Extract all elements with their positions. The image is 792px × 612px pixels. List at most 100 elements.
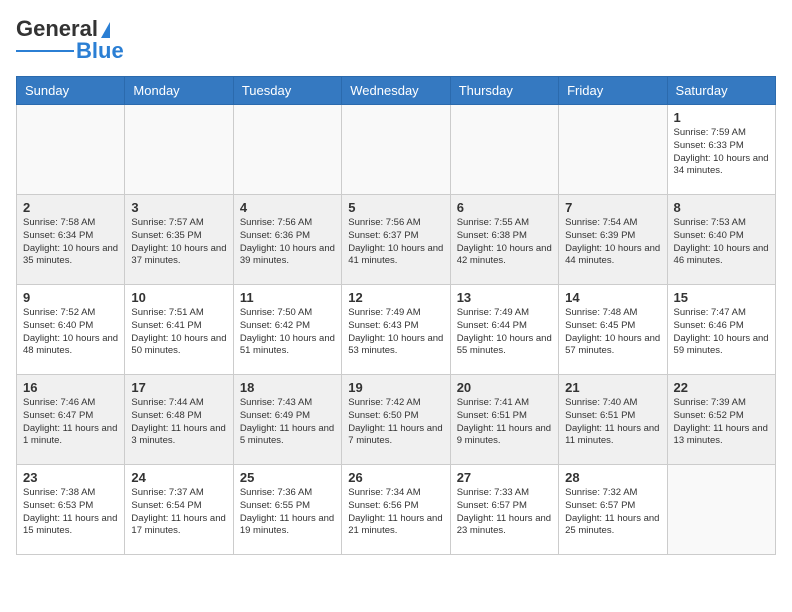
day-number: 9 — [23, 290, 118, 305]
day-info: Sunrise: 7:51 AMSunset: 6:41 PMDaylight:… — [131, 307, 226, 358]
calendar-cell — [342, 105, 450, 195]
calendar-table: SundayMondayTuesdayWednesdayThursdayFrid… — [16, 76, 776, 555]
calendar-cell: 19Sunrise: 7:42 AMSunset: 6:50 PMDayligh… — [342, 375, 450, 465]
calendar-cell: 21 Sunrise: 7:40 AMSunset: 6:51 PMDayligh… — [559, 375, 667, 465]
day-number: 23 — [23, 470, 118, 485]
calendar-cell: 12 Sunrise: 7:49 AMSunset: 6:43 PMDayligh… — [342, 285, 450, 375]
day-info: Sunrise: 7:32 AMSunset: 6:57 PMDaylight:… — [565, 487, 660, 538]
calendar-cell: 5Sunrise: 7:56 AMSunset: 6:37 PMDaylight… — [342, 195, 450, 285]
day-info: Sunrise: 7:46 AMSunset: 6:47 PMDaylight:… — [23, 397, 118, 448]
calendar-cell — [233, 105, 341, 195]
calendar-cell: 8 Sunrise: 7:53 AMSunset: 6:40 PMDaylight… — [667, 195, 775, 285]
day-number: 26 — [348, 470, 443, 485]
day-info: Sunrise: 7:48 AMSunset: 6:45 PMDaylight:… — [565, 307, 660, 358]
calendar-cell: 27 Sunrise: 7:33 AMSunset: 6:57 PMDayligh… — [450, 465, 558, 555]
day-header-friday: Friday — [559, 77, 667, 105]
day-info: Sunrise: 7:57 AMSunset: 6:35 PMDaylight:… — [131, 217, 226, 268]
calendar-cell: 14 Sunrise: 7:48 AMSunset: 6:45 PMDayligh… — [559, 285, 667, 375]
day-info: Sunrise: 7:53 AMSunset: 6:40 PMDaylight:… — [674, 217, 769, 268]
calendar-cell — [667, 465, 775, 555]
calendar-cell: 20 Sunrise: 7:41 AMSunset: 6:51 PMDayligh… — [450, 375, 558, 465]
day-number: 13 — [457, 290, 552, 305]
day-number: 12 — [348, 290, 443, 305]
calendar-cell: 7 Sunrise: 7:54 AMSunset: 6:39 PMDaylight… — [559, 195, 667, 285]
day-header-tuesday: Tuesday — [233, 77, 341, 105]
day-info: Sunrise: 7:58 AMSunset: 6:34 PMDaylight:… — [23, 217, 118, 268]
calendar-cell: 24 Sunrise: 7:37 AMSunset: 6:54 PMDayligh… — [125, 465, 233, 555]
calendar-cell: 9 Sunrise: 7:52 AMSunset: 6:40 PMDaylight… — [17, 285, 125, 375]
calendar-cell: 25 Sunrise: 7:36 AMSunset: 6:55 PMDayligh… — [233, 465, 341, 555]
day-info: Sunrise: 7:41 AMSunset: 6:51 PMDaylight:… — [457, 397, 552, 448]
day-number: 4 — [240, 200, 335, 215]
calendar-header-row: SundayMondayTuesdayWednesdayThursdayFrid… — [17, 77, 776, 105]
day-info: Sunrise: 7:47 AMSunset: 6:46 PMDaylight:… — [674, 307, 769, 358]
calendar-cell — [125, 105, 233, 195]
day-number: 7 — [565, 200, 660, 215]
day-number: 22 — [674, 380, 769, 395]
calendar-cell: 26 Sunrise: 7:34 AMSunset: 6:56 PMDayligh… — [342, 465, 450, 555]
day-number: 3 — [131, 200, 226, 215]
day-number: 1 — [674, 110, 769, 125]
day-info: Sunrise: 7:50 AMSunset: 6:42 PMDaylight:… — [240, 307, 335, 358]
day-number: 28 — [565, 470, 660, 485]
day-header-saturday: Saturday — [667, 77, 775, 105]
calendar-cell: 3 Sunrise: 7:57 AMSunset: 6:35 PMDaylight… — [125, 195, 233, 285]
calendar-cell: 23 Sunrise: 7:38 AMSunset: 6:53 PMDayligh… — [17, 465, 125, 555]
calendar-week-row: 16 Sunrise: 7:46 AMSunset: 6:47 PMDayligh… — [17, 375, 776, 465]
calendar-week-row: 23 Sunrise: 7:38 AMSunset: 6:53 PMDayligh… — [17, 465, 776, 555]
day-info: Sunrise: 7:42 AMSunset: 6:50 PMDaylight:… — [348, 397, 443, 448]
calendar-cell: 18 Sunrise: 7:43 AMSunset: 6:49 PMDayligh… — [233, 375, 341, 465]
day-info: Sunrise: 7:34 AMSunset: 6:56 PMDaylight:… — [348, 487, 443, 538]
day-header-wednesday: Wednesday — [342, 77, 450, 105]
calendar-cell: 15 Sunrise: 7:47 AMSunset: 6:46 PMDayligh… — [667, 285, 775, 375]
day-info: Sunrise: 7:55 AMSunset: 6:38 PMDaylight:… — [457, 217, 552, 268]
calendar-cell: 13 Sunrise: 7:49 AMSunset: 6:44 PMDayligh… — [450, 285, 558, 375]
day-number: 6 — [457, 200, 552, 215]
day-number: 27 — [457, 470, 552, 485]
calendar-cell: 2 Sunrise: 7:58 AMSunset: 6:34 PMDaylight… — [17, 195, 125, 285]
day-number: 20 — [457, 380, 552, 395]
calendar-cell — [450, 105, 558, 195]
day-info: Sunrise: 7:49 AMSunset: 6:43 PMDaylight:… — [348, 307, 443, 358]
day-number: 2 — [23, 200, 118, 215]
calendar-week-row: 2 Sunrise: 7:58 AMSunset: 6:34 PMDaylight… — [17, 195, 776, 285]
day-number: 5 — [348, 200, 443, 215]
calendar-cell: 10 Sunrise: 7:51 AMSunset: 6:41 PMDayligh… — [125, 285, 233, 375]
day-number: 14 — [565, 290, 660, 305]
calendar-cell: 1 Sunrise: 7:59 AMSunset: 6:33 PMDaylight… — [667, 105, 775, 195]
calendar-week-row: 9 Sunrise: 7:52 AMSunset: 6:40 PMDaylight… — [17, 285, 776, 375]
calendar-cell: 17 Sunrise: 7:44 AMSunset: 6:48 PMDayligh… — [125, 375, 233, 465]
day-number: 17 — [131, 380, 226, 395]
day-info: Sunrise: 7:37 AMSunset: 6:54 PMDaylight:… — [131, 487, 226, 538]
day-number: 8 — [674, 200, 769, 215]
day-number: 10 — [131, 290, 226, 305]
calendar-cell: 22 Sunrise: 7:39 AMSunset: 6:52 PMDayligh… — [667, 375, 775, 465]
day-info: Sunrise: 7:43 AMSunset: 6:49 PMDaylight:… — [240, 397, 335, 448]
day-number: 21 — [565, 380, 660, 395]
day-info: Sunrise: 7:54 AMSunset: 6:39 PMDaylight:… — [565, 217, 660, 268]
calendar-cell: 11 Sunrise: 7:50 AMSunset: 6:42 PMDayligh… — [233, 285, 341, 375]
day-header-thursday: Thursday — [450, 77, 558, 105]
logo-blue: Blue — [76, 38, 124, 64]
calendar-week-row: 1 Sunrise: 7:59 AMSunset: 6:33 PMDaylight… — [17, 105, 776, 195]
logo-underline — [16, 50, 74, 52]
day-info: Sunrise: 7:52 AMSunset: 6:40 PMDaylight:… — [23, 307, 118, 358]
day-info: Sunrise: 7:44 AMSunset: 6:48 PMDaylight:… — [131, 397, 226, 448]
day-info: Sunrise: 7:36 AMSunset: 6:55 PMDaylight:… — [240, 487, 335, 538]
day-info: Sunrise: 7:39 AMSunset: 6:52 PMDaylight:… — [674, 397, 769, 448]
calendar-cell: 4Sunrise: 7:56 AMSunset: 6:36 PMDaylight… — [233, 195, 341, 285]
day-info: Sunrise: 7:49 AMSunset: 6:44 PMDaylight:… — [457, 307, 552, 358]
day-number: 18 — [240, 380, 335, 395]
day-number: 24 — [131, 470, 226, 485]
day-info: Sunrise: 7:59 AMSunset: 6:33 PMDaylight:… — [674, 127, 769, 178]
calendar-cell — [17, 105, 125, 195]
day-number: 16 — [23, 380, 118, 395]
day-number: 11 — [240, 290, 335, 305]
calendar-cell: 16 Sunrise: 7:46 AMSunset: 6:47 PMDayligh… — [17, 375, 125, 465]
day-info: Sunrise: 7:38 AMSunset: 6:53 PMDaylight:… — [23, 487, 118, 538]
day-number: 25 — [240, 470, 335, 485]
day-info: Sunrise: 7:40 AMSunset: 6:51 PMDaylight:… — [565, 397, 660, 448]
day-info: Sunrise: 7:33 AMSunset: 6:57 PMDaylight:… — [457, 487, 552, 538]
day-number: 15 — [674, 290, 769, 305]
calendar-cell — [559, 105, 667, 195]
